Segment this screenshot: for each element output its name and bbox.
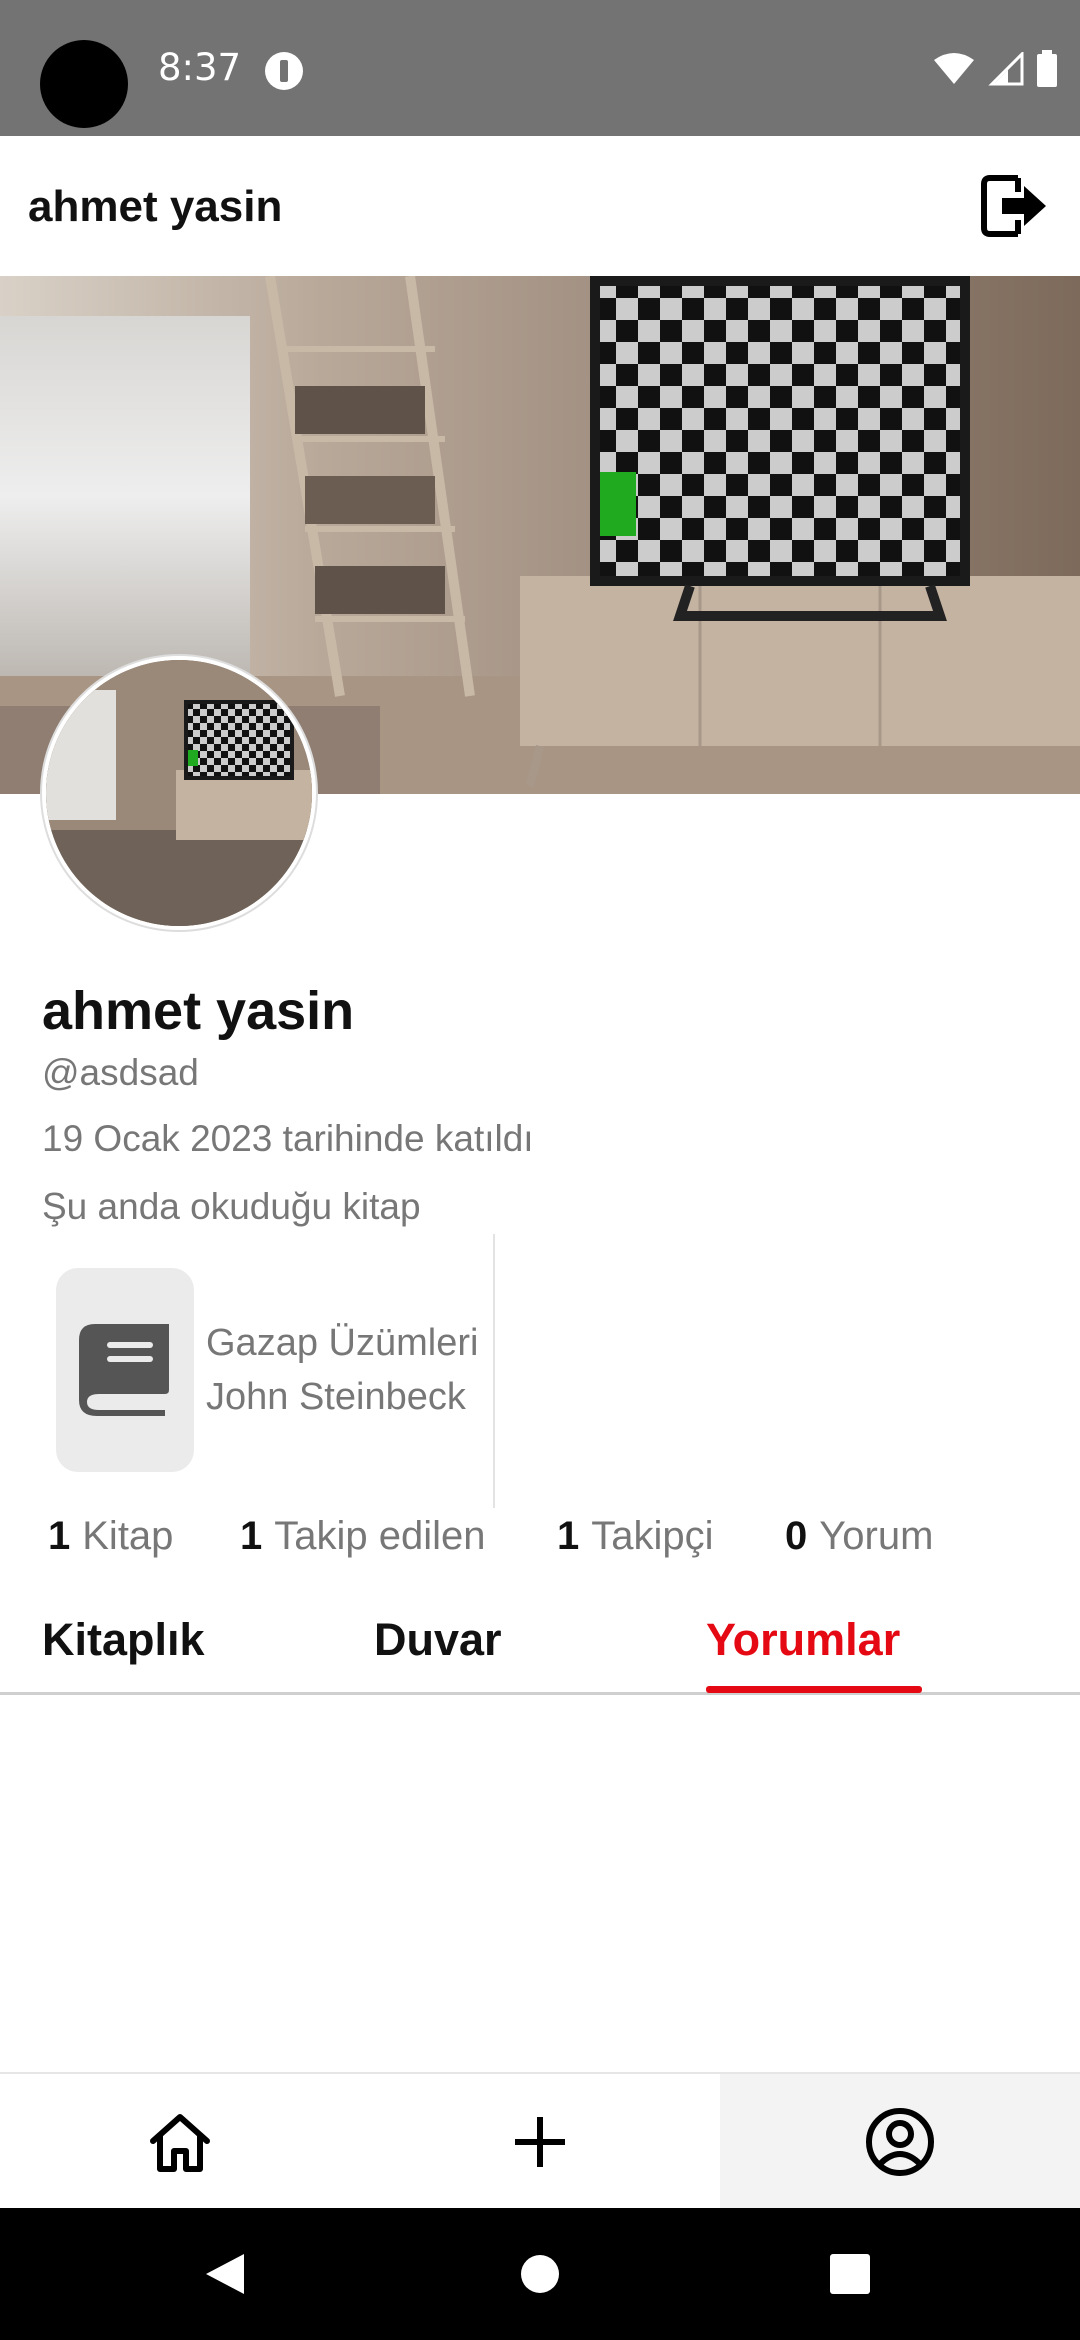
stat-followers-count: 1: [557, 1514, 580, 1558]
status-bar: 8:37: [0, 0, 1080, 136]
nav-profile[interactable]: [720, 2074, 1080, 2210]
account-circle-icon: [866, 2108, 934, 2176]
current-book-author: John Steinbeck: [206, 1376, 466, 1418]
profile-handle: @asdsad: [42, 1052, 199, 1093]
current-book-cover[interactable]: [56, 1268, 194, 1472]
stat-reviews[interactable]: 0 Yorum: [785, 1514, 933, 1559]
home-icon: [150, 2114, 210, 2172]
currently-reading-label: Şu anda okuduğu kitap: [42, 1186, 421, 1227]
system-icons: [932, 50, 1058, 88]
camera-cutout: [40, 40, 128, 128]
stat-reviews-count: 0: [785, 1514, 808, 1558]
stat-books-count: 1: [48, 1514, 71, 1558]
stat-books[interactable]: 1 Kitap: [48, 1514, 173, 1559]
avatar[interactable]: [42, 656, 316, 930]
recents-icon[interactable]: [830, 2254, 870, 2294]
tab-wall[interactable]: Duvar: [374, 1614, 502, 1666]
book-icon: [79, 1324, 169, 1416]
logout-button[interactable]: [978, 170, 1050, 242]
current-book-title[interactable]: Gazap Üzümleri: [206, 1322, 478, 1365]
status-time: 8:37: [158, 46, 242, 89]
home-button-icon[interactable]: [520, 2254, 560, 2294]
wifi-icon: [934, 53, 974, 84]
signal-icon: [988, 52, 1024, 86]
profile-name: ahmet yasin: [42, 981, 355, 1041]
nav-home[interactable]: [0, 2074, 360, 2210]
system-navigation-bar: [0, 2208, 1080, 2340]
join-date: 19 Ocak 2023 tarihinde katıldı: [42, 1118, 534, 1159]
plus-icon: [515, 2117, 565, 2167]
app-bar-title: ahmet yasin: [28, 182, 283, 231]
battery-icon: [1037, 50, 1057, 87]
stat-following[interactable]: 1 Takip edilen: [240, 1514, 486, 1559]
divider: [493, 1234, 495, 1508]
logout-icon: [981, 175, 1046, 237]
stat-followers[interactable]: 1 Takipçi: [557, 1514, 714, 1559]
app-bar: ahmet yasin: [0, 136, 1080, 276]
tab-reviews[interactable]: Yorumlar: [706, 1614, 900, 1666]
active-tab-indicator: [706, 1686, 922, 1693]
stat-followers-label: Takipçi: [591, 1514, 714, 1558]
stat-following-count: 1: [240, 1514, 263, 1558]
stat-following-label: Takip edilen: [274, 1514, 486, 1558]
stat-reviews-label: Yorum: [819, 1514, 934, 1558]
back-icon[interactable]: [204, 2252, 246, 2296]
bottom-navigation: [0, 2072, 1080, 2210]
tab-library[interactable]: Kitaplık: [42, 1614, 205, 1666]
stat-books-label: Kitap: [82, 1514, 174, 1558]
nav-add[interactable]: [360, 2074, 720, 2210]
notification-icon: [265, 52, 303, 90]
